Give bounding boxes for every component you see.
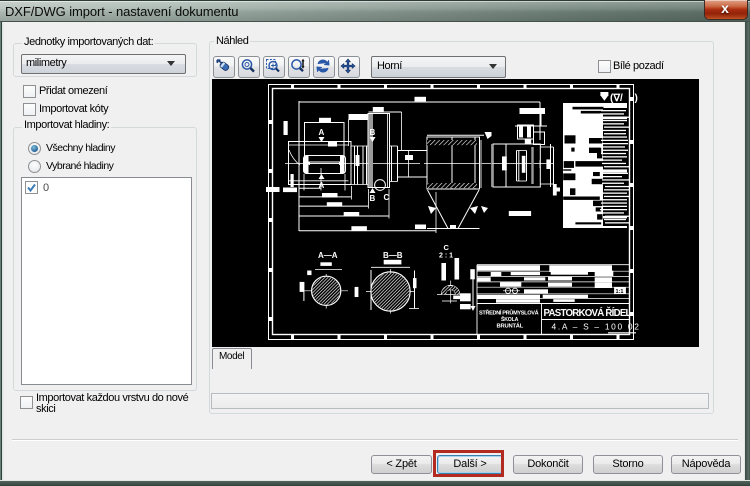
- svg-text:B: B: [370, 128, 376, 137]
- svg-text:1:1: 1:1: [616, 289, 624, 295]
- svg-text:STŘEDNÍ PRŮMYSLOVÁ: STŘEDNÍ PRŮMYSLOVÁ: [479, 309, 539, 317]
- svg-text:ŠKOLA: ŠKOLA: [501, 315, 519, 323]
- svg-text:C: C: [444, 243, 450, 252]
- svg-text:A—A: A—A: [318, 251, 338, 260]
- svg-text:): ): [635, 93, 638, 104]
- svg-text:2 : 1: 2 : 1: [439, 253, 453, 260]
- svg-text:PASTORKOVÁ ŘÍDEL: PASTORKOVÁ ŘÍDEL: [544, 307, 632, 319]
- svg-text:B: B: [370, 194, 376, 203]
- svg-text:4.A – S – 100 02: 4.A – S – 100 02: [552, 322, 641, 332]
- svg-text:A: A: [319, 181, 325, 190]
- svg-text:A: A: [319, 128, 325, 137]
- svg-text:C: C: [384, 193, 390, 202]
- svg-text:(∇/: (∇/: [610, 93, 623, 104]
- svg-text:BRUNTÁL: BRUNTÁL: [497, 323, 524, 330]
- svg-text:B—B: B—B: [383, 251, 403, 260]
